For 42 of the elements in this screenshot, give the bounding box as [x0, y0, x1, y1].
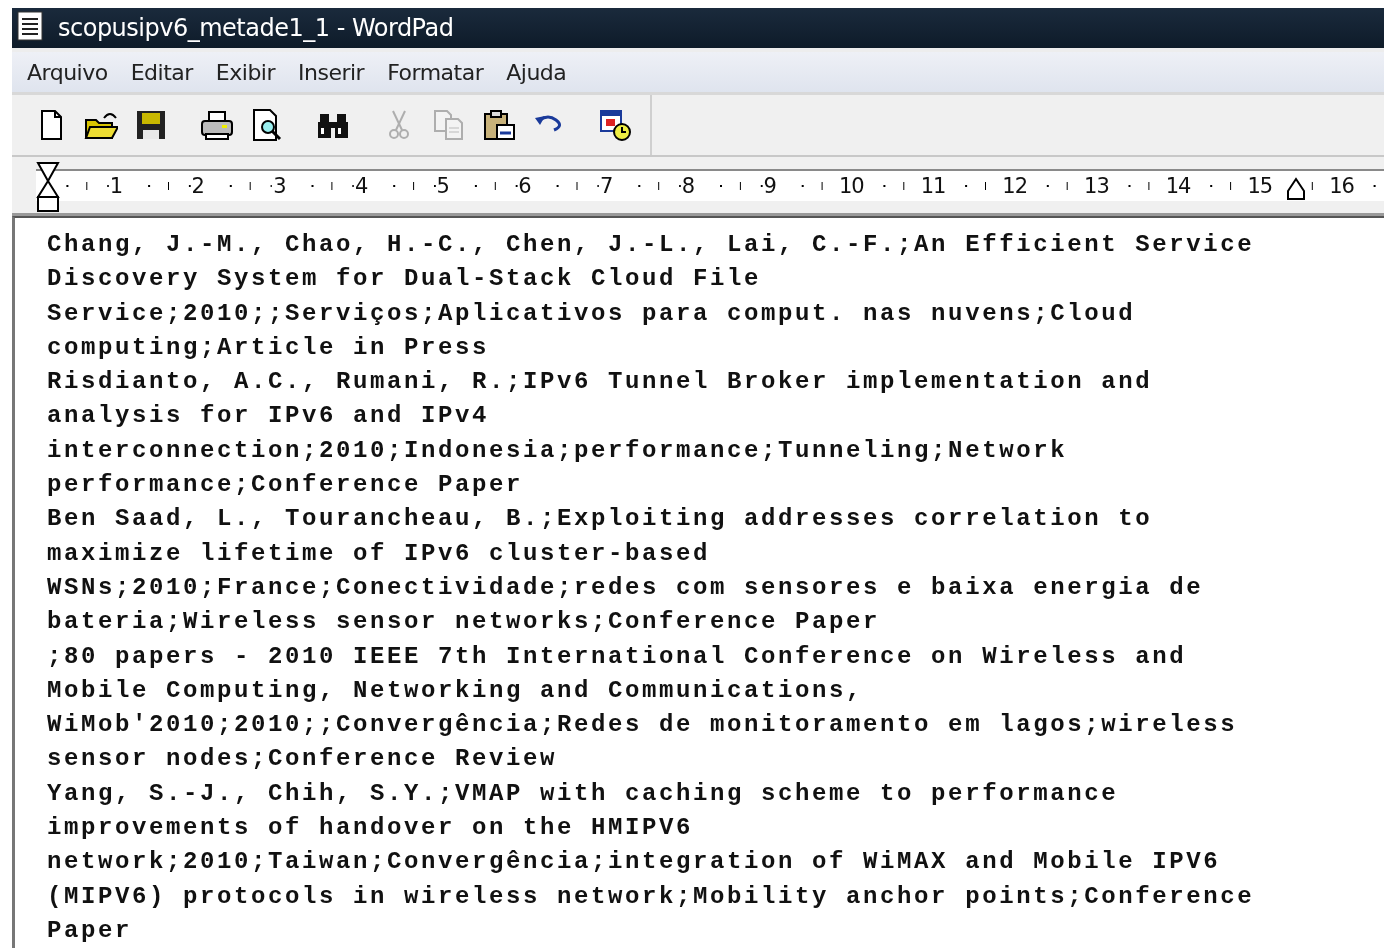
text-line: Service;2010;;Serviços;Aplicativos para comput. nas nuvens;Cloud: [47, 298, 1137, 329]
document-icon: [16, 10, 44, 42]
calendar-clock-icon: [598, 108, 632, 142]
document-area[interactable]: [12, 216, 1384, 948]
toolbar-button[interactable]: [250, 108, 284, 142]
copy-pages-icon: [432, 108, 466, 142]
indent-marker-icon[interactable]: [36, 161, 60, 213]
menu-item[interactable]: Inserir: [283, 59, 373, 85]
right-margin-icon[interactable]: [1286, 177, 1306, 201]
text-line: Mobile Computing, Networking and Communications,: [47, 675, 865, 706]
text-line: Ben Saad, L., Tourancheau, B.;Exploiting addresses correlation to: [47, 504, 1154, 535]
toolbar-button[interactable]: [200, 108, 234, 142]
window-title: scopusipv6_metade1_1 - WordPad: [58, 14, 454, 42]
menu-item[interactable]: Ajuda: [491, 59, 575, 85]
printer-icon: [200, 108, 234, 142]
toolbar-button[interactable]: [482, 108, 516, 142]
toolbar-button[interactable]: [134, 108, 168, 142]
text-line: maximize lifetime of IPv6 cluster-based: [47, 538, 712, 569]
clipboard-icon: [482, 108, 516, 142]
text-line: Paper: [47, 915, 133, 946]
text-line: bateria;Wireless sensor networks;Conference Paper: [47, 607, 882, 638]
toolbar-button[interactable]: [598, 108, 632, 142]
menu-item[interactable]: Formatar: [372, 59, 492, 85]
text-line: Risdianto, A.C., Rumani, R.;IPv6 Tunnel Broker implementation and: [47, 367, 1154, 398]
text-line: performance;Conference Paper: [47, 470, 525, 501]
text-line: Chang, J.-M., Chao, H.-C., Chen, J.-L., Lai, C.-F.;An Efficient Service: [47, 230, 1256, 260]
text-line: analysis for IPv6 and IPv4: [47, 401, 491, 432]
menu-item[interactable]: Editar: [115, 59, 201, 85]
text-line: computing;Article in Press: [47, 332, 491, 363]
menu-item[interactable]: Exibir: [200, 59, 283, 85]
text-line: network;2010;Taiwan;Convergência;integration of WiMAX and Mobile IPV6: [47, 847, 1222, 878]
menu-item[interactable]: Arquivo: [12, 59, 116, 85]
text-line: improvements of handover on the HMIPV6: [47, 813, 695, 844]
text-line: Discovery System for Dual-Stack Cloud File: [47, 264, 763, 295]
text-line: WiMob'2010;2010;;Convergência;Redes de monitoramento em lagos;wireless: [47, 710, 1239, 741]
text-line: WSNs;2010;France;Conectividade;redes com sensores e baixa energia de: [47, 572, 1205, 603]
text-line: (MIPV6) protocols in wireless network;Mobility anchor points;Conference: [47, 881, 1256, 912]
text-line: ;80 papers - 2010 IEEE 7th International Conference on Wireless and: [47, 641, 1188, 672]
text-line: interconnection;2010;Indonesia;performance;Tunneling;Network: [47, 435, 1069, 466]
text-line: sensor nodes;Conference Review: [47, 744, 559, 775]
print-preview-icon: [250, 108, 284, 142]
text-line: Yang, S.-J., Chih, S.Y.;VMAP with caching scheme to performance: [47, 778, 1120, 809]
